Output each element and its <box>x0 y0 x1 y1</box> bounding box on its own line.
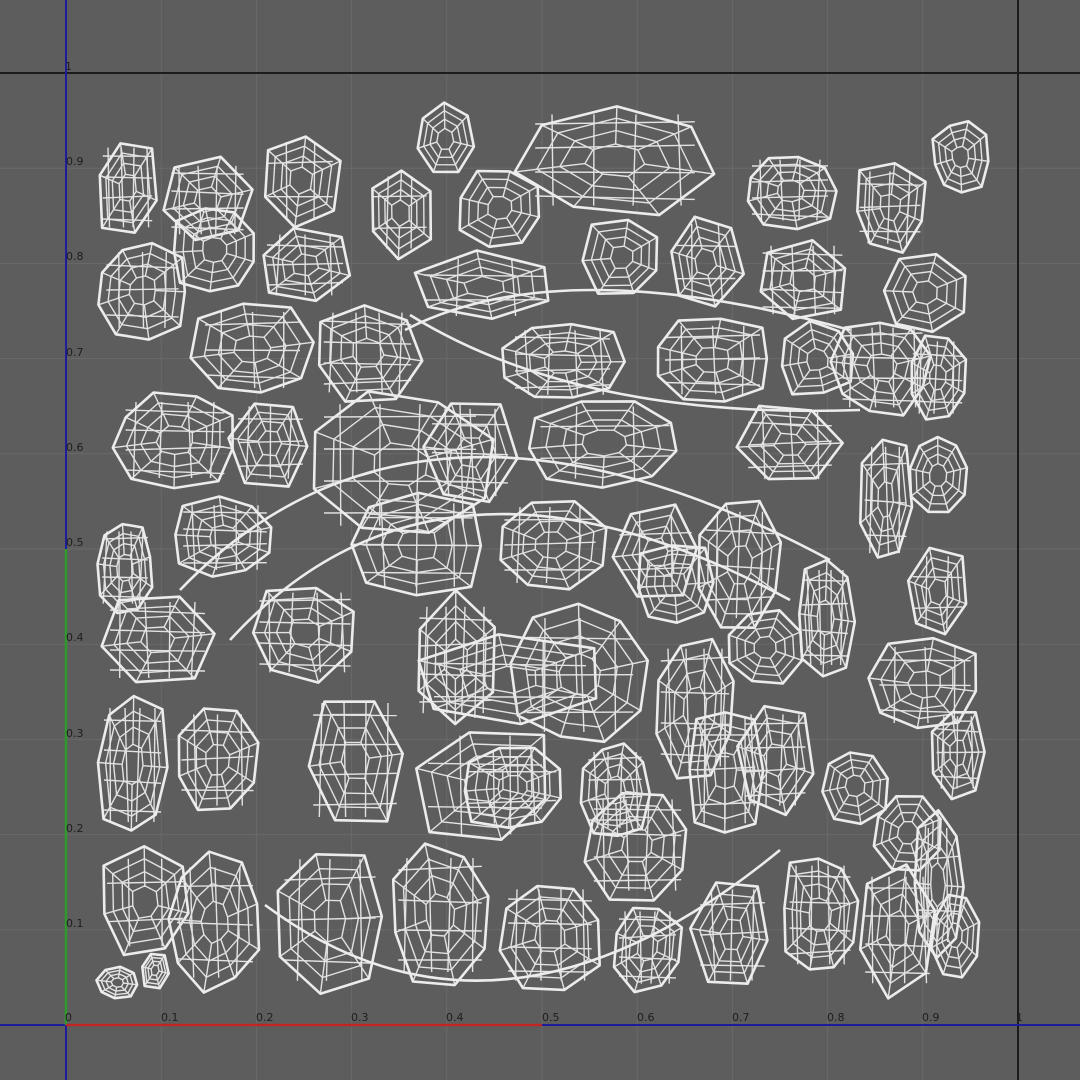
uv-edge <box>925 556 928 629</box>
v-tick-0.9: 0.9 <box>66 155 84 168</box>
uv-edge <box>362 571 473 574</box>
uv-edge <box>912 576 963 579</box>
v-end-label: 1 <box>65 60 72 73</box>
uv-edge <box>204 349 301 352</box>
uv-edge <box>323 415 477 418</box>
u-tick-0.4: 0.4 <box>446 1011 464 1024</box>
uv-edge <box>313 141 316 219</box>
uv-edge <box>542 641 544 719</box>
uv-edge <box>285 141 288 219</box>
uv-edge <box>323 480 477 483</box>
u-tick-0.7: 0.7 <box>732 1011 750 1024</box>
uv-edge <box>833 245 836 315</box>
uv-edge <box>946 827 949 943</box>
uv-edge <box>313 714 397 717</box>
u-end-label: 1 <box>1016 1011 1023 1024</box>
uv-edge <box>364 702 367 818</box>
v-tick-0.6: 0.6 <box>66 441 84 454</box>
uv-edge <box>744 746 806 749</box>
uv-edge <box>216 714 219 806</box>
v-tick-0.7: 0.7 <box>66 346 84 359</box>
uv-edge <box>362 544 473 547</box>
uv-edge <box>323 511 477 514</box>
uv-edge <box>161 858 163 947</box>
uv-edge <box>789 875 851 878</box>
uv-edge <box>830 569 833 666</box>
v-tick-0.3: 0.3 <box>66 727 84 740</box>
uv-edge <box>168 601 171 679</box>
uv-edge <box>399 170 403 200</box>
u-tick-0.2: 0.2 <box>256 1011 274 1024</box>
v-tick-0.5: 0.5 <box>66 536 84 549</box>
uv-edge <box>871 876 874 984</box>
uv-edge <box>433 696 587 698</box>
uv-edge <box>373 195 427 198</box>
uv-edge <box>892 327 895 408</box>
uv-edge <box>588 778 642 781</box>
uv-edge <box>859 230 921 233</box>
v-tick-0.4: 0.4 <box>66 631 84 644</box>
uv-edge <box>268 592 271 673</box>
u-tick-0.5: 0.5 <box>542 1011 560 1024</box>
uv-edge <box>183 511 267 514</box>
v-tick-0.1: 0.1 <box>66 917 84 930</box>
v-tick-0.8: 0.8 <box>66 250 84 263</box>
uv-edge <box>443 102 446 129</box>
uv-edge <box>132 147 135 228</box>
uv-edge <box>355 312 358 393</box>
uv-edge <box>937 810 939 863</box>
uv-edge <box>240 714 243 806</box>
uv-edge <box>235 505 238 570</box>
uv-edge <box>398 929 482 932</box>
uv-edge <box>494 408 497 497</box>
u-tick-0.8: 0.8 <box>827 1011 845 1024</box>
uv-edge <box>410 176 413 249</box>
u-tick-0.6: 0.6 <box>637 1011 655 1024</box>
uv-edge <box>581 361 625 363</box>
uv-edge <box>313 743 397 746</box>
uv-edge <box>143 846 146 886</box>
u-tick-0.3: 0.3 <box>351 1011 369 1024</box>
uv-edge <box>339 404 342 526</box>
u-tick-0.9: 0.9 <box>922 1011 940 1024</box>
v-tick-0.2: 0.2 <box>66 822 84 835</box>
u-tick-0.1: 0.1 <box>161 1011 179 1024</box>
uv-edge <box>803 189 837 192</box>
origin-label: 0 <box>65 1011 72 1024</box>
uv-edge <box>762 269 843 272</box>
uv-editor-viewport[interactable]: 0 1 1 0.1 0.2 0.3 0.4 0.5 0.6 0.7 0.8 0.… <box>0 0 1080 1080</box>
uv-edge <box>130 784 133 831</box>
uv-edge <box>798 159 801 221</box>
uv-edge <box>535 171 695 174</box>
uv-edge <box>578 506 581 584</box>
uv-edge <box>386 702 389 818</box>
uv-edge <box>952 341 955 414</box>
uv-edge <box>509 735 512 835</box>
uv-edge <box>765 714 768 806</box>
